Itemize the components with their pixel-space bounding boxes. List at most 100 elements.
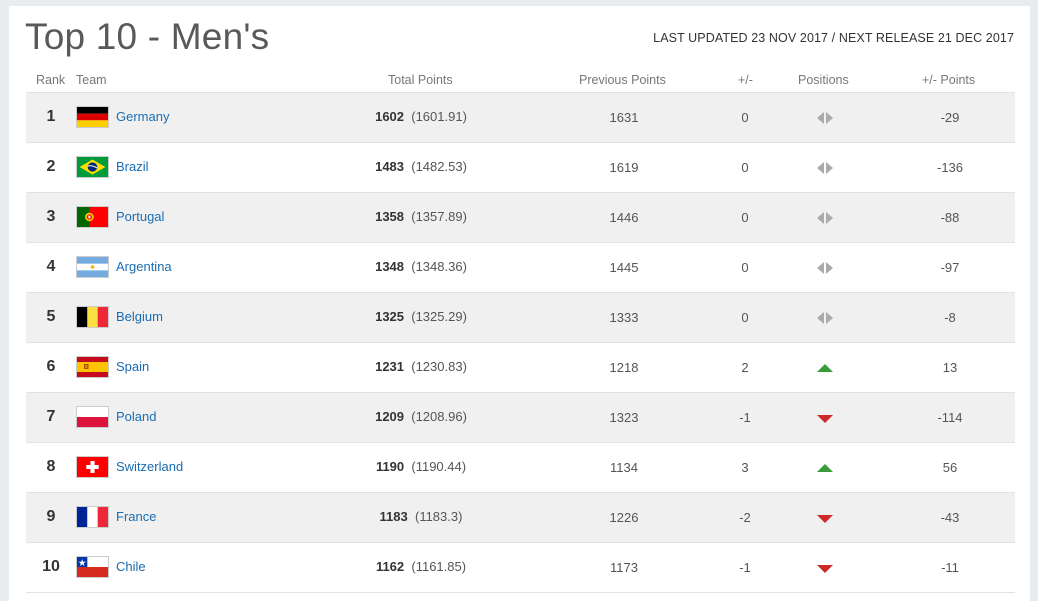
total-points-exact: (1208.96) [411,409,467,424]
total-points: 1348 [375,259,405,274]
arrow-down-icon [815,411,835,425]
table-row: 3 Portugal 1358 (1357.89) 1446 0 -88 [26,192,1015,242]
previous-points-cell: 1173 [610,560,638,575]
rank-cell: 9 [46,508,56,525]
table-header: Rank Team Total Points Previous Points +… [26,72,1015,92]
total-points-cell: 1602 (1601.91) [321,109,521,124]
total-points: 1162 [375,559,405,574]
points-change-cell: -97 [940,260,960,275]
team-link[interactable]: Germany [116,109,169,124]
header-change: +/- [738,73,753,87]
rank-cell: 10 [42,558,60,575]
header-rank: Rank [36,73,66,87]
argentina-flag-icon [76,256,109,278]
switzerland-flag-icon [76,456,109,478]
total-points-exact: (1325.29) [411,309,467,324]
table-row: 4 Argentina 1348 (1348.36) 1445 0 -97 [26,242,1015,292]
points-change-cell: -114 [937,410,963,425]
position-change-cell: -1 [739,410,751,425]
team-link[interactable]: Spain [116,359,149,374]
no-change-icon [815,261,835,275]
no-change-icon [815,311,835,325]
team-link[interactable]: Brazil [116,159,149,174]
position-change-cell: 0 [741,160,749,175]
team-link[interactable]: Poland [116,409,156,424]
total-points-cell: 1190 (1190.44) [321,459,521,474]
total-points-cell: 1231 (1230.83) [321,359,521,374]
germany-flag-icon [76,106,109,128]
total-points-exact: (1183.3) [414,509,463,524]
no-change-icon [815,111,835,125]
total-points-exact: (1482.53) [411,159,467,174]
points-change-cell: 13 [942,360,958,375]
total-points: 1183 [379,509,408,524]
table-row: 5 Belgium 1325 (1325.29) 1333 0 -8 [26,292,1015,342]
team-link[interactable]: Belgium [116,309,163,324]
previous-points-cell: 1226 [609,510,639,525]
rank-cell: 5 [46,308,56,325]
header-total-points: Total Points [388,73,453,87]
team-link[interactable]: Argentina [116,259,172,274]
total-points-cell: 1325 (1325.29) [321,309,521,324]
previous-points-cell: 1631 [609,110,639,125]
points-change-cell: -43 [940,510,960,525]
table-row: 6 Spain 1231 (1230.83) 1218 2 13 [26,342,1015,392]
position-change-cell: 0 [741,260,749,275]
header-points-change: +/- Points [922,73,976,87]
position-change-cell: 0 [741,110,749,125]
team-link[interactable]: France [116,509,156,524]
position-change-cell: -1 [739,560,751,575]
arrow-down-icon [815,511,835,525]
position-change-cell: 3 [741,460,749,475]
rank-cell: 2 [46,158,56,175]
arrow-up-icon [815,461,835,475]
previous-points-cell: 1218 [609,360,639,375]
previous-points-cell: 1446 [609,210,639,225]
table-row: 10 Chile 1162 (1161.85) 1173 -1 -11 [26,542,1015,593]
previous-points-cell: 1619 [609,160,639,175]
total-points-cell: 1348 (1348.36) [321,259,521,274]
ranking-table: Rank Team Total Points Previous Points +… [26,72,1015,593]
total-points: 1231 [375,359,405,374]
total-points-exact: (1190.44) [411,459,467,474]
rank-cell: 6 [46,358,56,375]
previous-points-cell: 1323 [609,410,639,425]
rank-cell: 1 [46,108,56,125]
points-change-cell: -11 [941,560,959,575]
table-row: 2 Brazil 1483 (1482.53) 1619 0 -136 [26,142,1015,192]
france-flag-icon [76,506,109,528]
points-change-cell: 56 [942,460,958,475]
points-change-cell: -8 [944,310,956,325]
poland-flag-icon [76,406,109,428]
table-row: 1 Germany 1602 (1601.91) 1631 0 -29 [26,92,1015,142]
total-points-cell: 1483 (1482.53) [321,159,521,174]
position-change-cell: 2 [741,360,749,375]
ranking-panel: Top 10 - Men's LAST UPDATED 23 NOV 2017 … [9,6,1030,601]
table-row: 7 Poland 1209 (1208.96) 1323 -1 -114 [26,392,1015,442]
no-change-icon [815,211,835,225]
previous-points-cell: 1445 [609,260,639,275]
position-change-cell: -2 [739,510,751,525]
page-title: Top 10 - Men's [25,16,270,57]
total-points-cell: 1209 (1208.96) [321,409,521,424]
total-points: 1190 [375,459,405,474]
points-change-cell: -88 [940,210,960,225]
total-points: 1209 [375,409,405,424]
team-link[interactable]: Portugal [116,209,164,224]
points-change-cell: -29 [940,110,960,125]
no-change-icon [815,161,835,175]
last-updated-text: LAST UPDATED 23 NOV 2017 / NEXT RELEASE … [653,31,1014,45]
total-points-cell: 1358 (1357.89) [321,209,521,224]
team-link[interactable]: Switzerland [116,459,183,474]
team-link[interactable]: Chile [116,559,146,574]
total-points: 1358 [375,209,405,224]
total-points-exact: (1161.85) [411,559,467,574]
table-row: 8 Switzerland 1190 (1190.44) 1134 3 56 [26,442,1015,492]
position-change-cell: 0 [741,210,749,225]
spain-flag-icon [76,356,109,378]
header-previous-points: Previous Points [579,73,666,87]
total-points: 1325 [375,309,405,324]
rank-cell: 8 [46,458,56,475]
total-points: 1602 [375,109,405,124]
chile-flag-icon [76,556,109,578]
